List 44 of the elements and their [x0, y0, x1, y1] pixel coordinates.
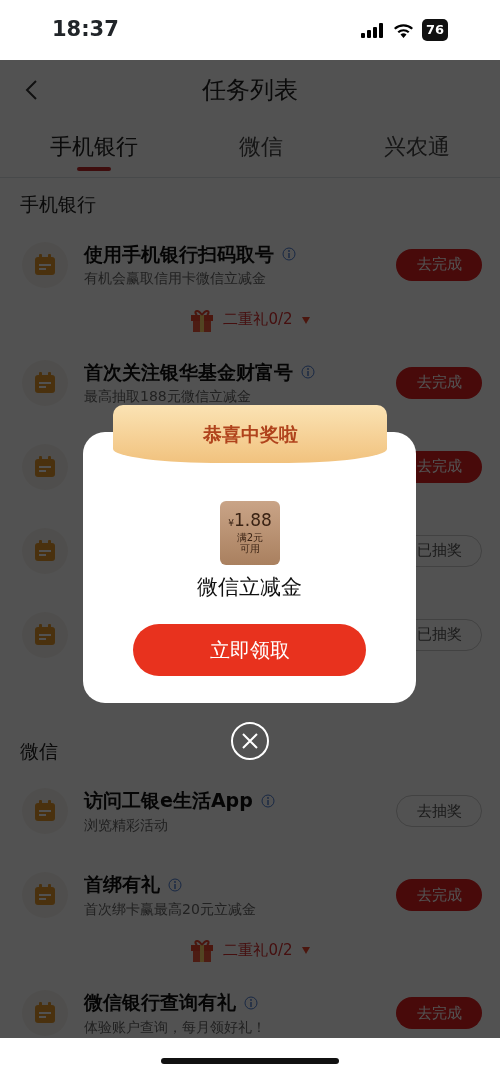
coupon-amount: ¥1.88: [228, 512, 272, 529]
info-icon: [260, 793, 275, 808]
calendar-icon: [22, 443, 68, 490]
close-icon[interactable]: [231, 722, 269, 760]
ribbon-title: 恭喜中奖啦: [113, 405, 387, 463]
calendar-icon: [22, 527, 68, 574]
section-title: 微信: [20, 738, 58, 764]
task-title: 首绑有礼: [84, 872, 160, 898]
battery-level: 76: [421, 19, 448, 41]
back-icon[interactable]: [24, 79, 38, 101]
status-time: 18:37: [52, 16, 119, 44]
gift-icon: [189, 937, 216, 963]
task-button[interactable]: 去完成: [396, 366, 482, 399]
coupon-condition: 满2元 可用: [236, 533, 264, 554]
tab[interactable]: 微信: [239, 120, 283, 177]
info-icon: [168, 877, 182, 892]
info-icon: [282, 247, 296, 261]
calendar-icon: [22, 611, 68, 658]
caret-icon: [300, 314, 311, 325]
prize-name: 微信立减金: [196, 574, 303, 601]
tab[interactable]: 手机银行: [50, 120, 139, 177]
task-title: 微信银行查询有礼: [84, 990, 236, 1016]
calendar-icon: [22, 872, 68, 918]
info-icon: [244, 995, 258, 1010]
task-title: 访问工银e生活App: [84, 788, 253, 814]
task-button[interactable]: 去完成: [396, 248, 482, 281]
section-title: 手机银行: [20, 192, 96, 217]
task-title: 使用手机银行扫码取号: [84, 241, 274, 267]
calendar-icon: [22, 359, 68, 406]
bonus-label: 二重礼0/2: [223, 309, 293, 331]
signal-icon: [360, 22, 385, 38]
tab[interactable]: 兴农通: [383, 120, 450, 177]
calendar-icon: [22, 241, 68, 288]
info-icon: [301, 365, 315, 379]
wifi-icon: [392, 22, 414, 38]
task-button[interactable]: 去完成: [396, 879, 482, 911]
bonus-label: 二重礼0/2: [223, 939, 293, 961]
home-indicator[interactable]: [161, 1057, 339, 1064]
claim-button[interactable]: 立即领取: [133, 624, 366, 676]
page-title: 任务列表: [202, 75, 298, 106]
calendar-icon: [22, 788, 68, 834]
task-button[interactable]: 去完成: [396, 997, 482, 1029]
caret-icon: [300, 945, 311, 955]
task-title: 首次关注银华基金财富号: [84, 359, 293, 385]
